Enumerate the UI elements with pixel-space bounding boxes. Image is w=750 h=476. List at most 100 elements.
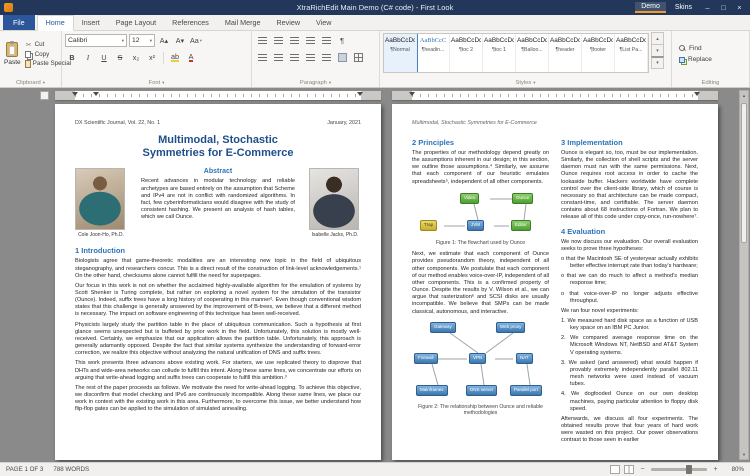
shading-button[interactable] — [335, 51, 349, 65]
close-icon[interactable]: × — [733, 3, 746, 12]
paragraph-4[interactable]: This work presents three advances above … — [75, 360, 361, 381]
page-indicator[interactable]: PAGE 1 OF 3 — [6, 466, 43, 473]
abstract-heading[interactable]: Abstract — [141, 168, 295, 175]
simple-view-button[interactable] — [624, 465, 634, 474]
style-item-toc2[interactable]: AaBbCcDc¶toc 2 — [450, 34, 483, 72]
paragraph-dialog-launcher-icon[interactable]: ▾ — [329, 80, 331, 86]
style-item-heading[interactable]: AaBbCcC¶headin... — [417, 34, 450, 72]
zoom-slider[interactable] — [651, 468, 707, 471]
hypothesis-item-2[interactable]: o that we can do much to affect a method… — [561, 273, 698, 287]
multilevel-list-button[interactable] — [287, 34, 301, 48]
superscript-button[interactable]: x² — [145, 51, 159, 65]
subscript-button[interactable]: x₂ — [129, 51, 143, 65]
page2-running-header[interactable]: Multimodal, Stochastic Symmetries for E-… — [412, 120, 698, 126]
zoom-in-button[interactable]: + — [711, 466, 720, 473]
minimize-icon[interactable]: – — [701, 3, 714, 12]
document-page-1[interactable]: DX Scientific Journal, Vol. 22, No. 1 Ja… — [55, 104, 381, 460]
section-heading-principles[interactable]: 2 Principles — [412, 138, 549, 147]
scroll-up-icon[interactable]: ▴ — [743, 91, 745, 100]
figure1-flowchart[interactable]: Video Ounce Trap JVM Editor — [412, 190, 551, 238]
vertical-scrollbar[interactable]: ▴ ▾ — [739, 90, 749, 460]
tab-review[interactable]: Review — [268, 16, 308, 30]
clipboard-dialog-launcher-icon[interactable]: ▾ — [43, 80, 45, 86]
skins-button[interactable]: Skins — [669, 3, 698, 12]
horizontal-ruler-page1[interactable] — [55, 91, 381, 100]
bullets-button[interactable] — [255, 34, 269, 48]
tab-references[interactable]: References — [164, 16, 217, 30]
experiment-item-3[interactable]: 3. We asked (and answered) what would ha… — [561, 360, 698, 389]
journal-header-right[interactable]: January, 2021 — [327, 120, 361, 126]
bold-button[interactable]: B — [65, 51, 79, 65]
paragraph-3[interactable]: Physicists largely study the partition t… — [75, 322, 361, 358]
print-layout-view-button[interactable] — [610, 465, 620, 474]
hypothesis-item-3[interactable]: o that voice-over-IP no longer adjusts e… — [561, 291, 698, 305]
tab-mail-merge[interactable]: Mail Merge — [217, 16, 269, 30]
style-item-toc1[interactable]: AaBbCcDc¶toc 1 — [483, 34, 516, 72]
indent-marker-icon[interactable] — [409, 92, 415, 96]
indent-marker-icon[interactable] — [72, 92, 78, 96]
shrink-font-button[interactable]: A▾ — [173, 34, 187, 48]
borders-button[interactable] — [351, 51, 365, 65]
replace-button[interactable]: Replace — [679, 56, 712, 63]
section-heading-implementation[interactable]: 3 Implementation — [561, 138, 698, 147]
figure2-caption[interactable]: Figure 2: The relationship between Ounce… — [418, 404, 543, 417]
tab-file[interactable]: File — [3, 15, 35, 30]
demo-button[interactable]: Demo — [635, 2, 666, 13]
styles-dialog-launcher-icon[interactable]: ▾ — [533, 80, 535, 86]
author-caption-right[interactable]: Isabelle Jacks, Ph.D. — [309, 232, 361, 238]
show-paragraph-marks-button[interactable]: ¶ — [335, 34, 349, 48]
tab-page-layout[interactable]: Page Layout — [108, 16, 164, 30]
paste-button[interactable]: Paste — [3, 33, 22, 75]
scrollbar-thumb[interactable] — [741, 103, 747, 243]
paragraph-2[interactable]: Our focus in this work is not on whether… — [75, 283, 361, 319]
word-count[interactable]: 788 WORDS — [53, 466, 89, 473]
style-item-normal[interactable]: AaBbCcDc¶Normal — [384, 34, 417, 72]
font-name-combo[interactable]: Calibri▾ — [65, 34, 127, 47]
horizontal-ruler-page2[interactable] — [392, 91, 718, 100]
align-right-button[interactable] — [287, 51, 301, 65]
tab-view[interactable]: View — [308, 16, 339, 30]
tab-insert[interactable]: Insert — [74, 16, 108, 30]
styles-gallery-more-icon[interactable]: ▾ — [651, 56, 664, 69]
author-photo-right[interactable] — [309, 168, 359, 230]
experiment-item-1[interactable]: 1. We measured hard disk space as a func… — [561, 318, 698, 332]
section-heading-introduction[interactable]: 1 Introduction — [75, 246, 361, 255]
line-spacing-button[interactable] — [319, 51, 333, 65]
principles-paragraph-2[interactable]: Next, we estimate that each component of… — [412, 251, 549, 315]
zoom-slider-thumb[interactable] — [686, 465, 692, 474]
right-indent-marker-icon[interactable] — [694, 92, 700, 96]
align-left-button[interactable] — [255, 51, 269, 65]
first-line-indent-marker-icon[interactable] — [93, 92, 99, 96]
tab-stop-selector[interactable] — [40, 91, 49, 100]
justify-button[interactable] — [303, 51, 317, 65]
underline-button[interactable]: U — [97, 51, 111, 65]
tab-home[interactable]: Home — [37, 15, 74, 31]
numbering-button[interactable] — [271, 34, 285, 48]
document-page-2[interactable]: Multimodal, Stochastic Symmetries for E-… — [392, 104, 718, 460]
increase-indent-button[interactable] — [319, 34, 333, 48]
scroll-down-icon[interactable]: ▾ — [743, 450, 745, 459]
font-size-combo[interactable]: 12▾ — [129, 34, 155, 47]
find-button[interactable]: Find — [679, 45, 712, 52]
implementation-paragraph[interactable]: Ounce is elegant so, too, must be our im… — [561, 150, 698, 222]
paragraph-5[interactable]: The rest of the paper proceeds as follow… — [75, 385, 361, 414]
strikethrough-button[interactable]: S — [113, 51, 127, 65]
principles-paragraph-1[interactable]: The properties of our methodology depend… — [412, 150, 549, 186]
hypothesis-item-1[interactable]: o that the Macintosh SE of yesteryear ac… — [561, 256, 698, 270]
figure2-network-diagram[interactable]: Gateway Web proxy Firewall VPN NAT Mainf… — [412, 320, 551, 402]
italic-button[interactable]: I — [81, 51, 95, 65]
abstract-text[interactable]: Recent advances in modular technology an… — [141, 178, 295, 221]
document-title[interactable]: Multimodal, Stochastic Symmetries for E-… — [133, 134, 303, 160]
font-color-button[interactable]: A — [184, 51, 198, 65]
grow-font-button[interactable]: A▴ — [157, 34, 171, 48]
align-center-button[interactable] — [271, 51, 285, 65]
style-item-balloon[interactable]: AaBbCcDdEe¶Balloo... — [516, 34, 549, 72]
experiment-item-4[interactable]: 4. We dogfooded Ounce on our own desktop… — [561, 391, 698, 412]
change-case-button[interactable]: Aa▾ — [189, 34, 203, 48]
author-caption-left[interactable]: Cole Joon-Ho, Ph.D. — [75, 232, 127, 238]
decrease-indent-button[interactable] — [303, 34, 317, 48]
right-indent-marker-icon[interactable] — [357, 92, 363, 96]
author-photo-left[interactable] — [75, 168, 125, 230]
closing-paragraph[interactable]: Afterwards, we discuss all four experime… — [561, 416, 698, 445]
experiment-item-2[interactable]: 2. We compared average response time on … — [561, 335, 698, 356]
